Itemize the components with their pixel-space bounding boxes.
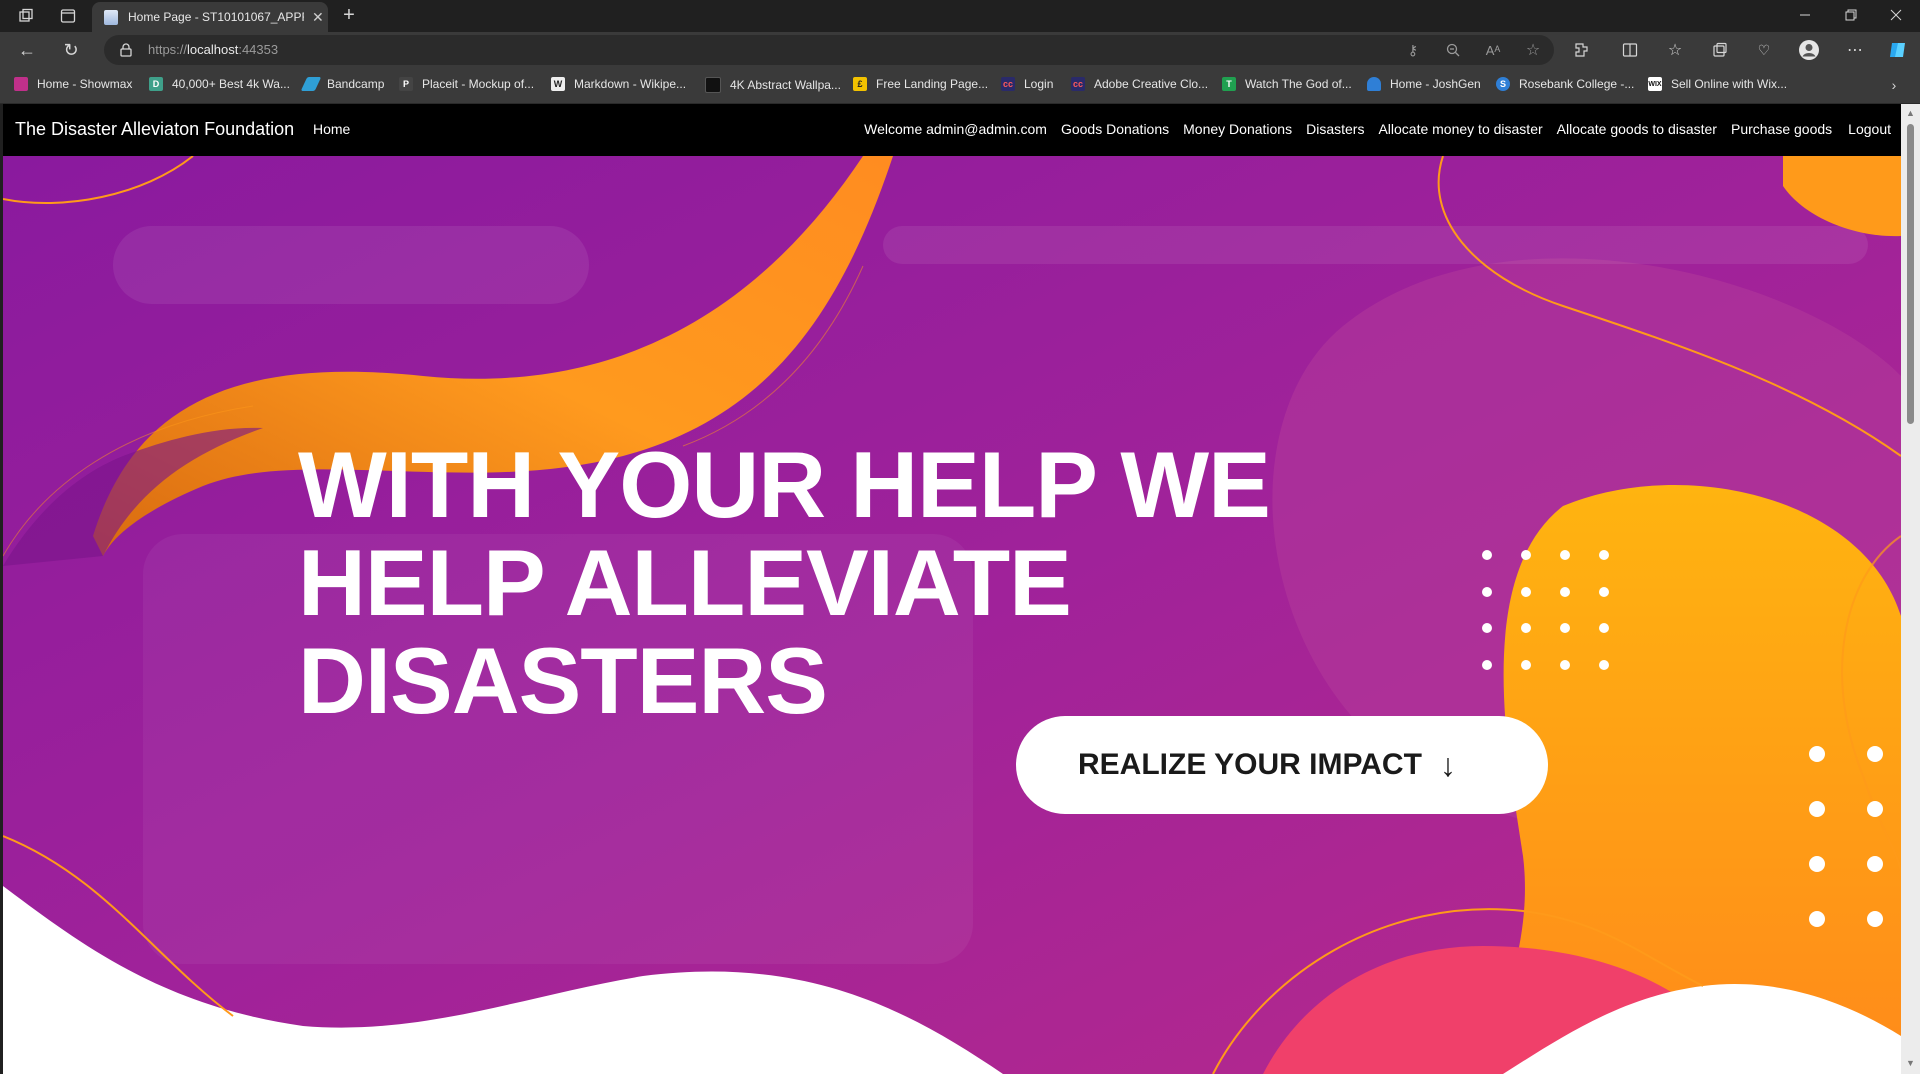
nav-goods-donations[interactable]: Goods Donations (1061, 121, 1169, 137)
nav-allocate-money[interactable]: Allocate money to disaster (1378, 121, 1542, 137)
rosebank-icon: S (1496, 77, 1510, 91)
bookmark-label: Rosebank College -... (1519, 77, 1635, 91)
bookmark-label: Home - Showmax (37, 77, 133, 91)
favorite-star-icon[interactable]: ☆ (1524, 41, 1542, 59)
abstract-wallpaper-icon (705, 77, 721, 93)
nav-purchase-goods[interactable]: Purchase goods (1731, 121, 1832, 137)
headline-line: DISASTERS (298, 628, 828, 733)
site-brand[interactable]: The Disaster Alleviaton Foundation (15, 119, 294, 140)
tab-title: Home Page - ST10101067_APPR (128, 10, 304, 24)
login-icon: cc (1001, 77, 1015, 91)
bookmark-label: Watch The God of... (1245, 77, 1352, 91)
bookmark-item[interactable]: £ Free Landing Page... (853, 77, 988, 91)
bookmark-item[interactable]: Home - Showmax (14, 77, 132, 91)
close-window-icon[interactable] (1885, 4, 1907, 26)
headline-line: WITH YOUR HELP WE (298, 432, 1271, 537)
bookmark-item[interactable]: Bandcamp (300, 77, 385, 91)
refresh-icon[interactable]: ↻ (60, 40, 82, 60)
nav-disasters[interactable]: Disasters (1306, 121, 1364, 137)
url-port: :44353 (238, 42, 279, 57)
hero-banner: WITH YOUR HELP WE HELP ALLEVIATE DISASTE… (3, 156, 1901, 1074)
streaming-icon: T (1222, 77, 1236, 91)
url-host: localhost (187, 42, 239, 57)
url-scheme: https:// (148, 42, 188, 57)
wix-icon: WIX (1648, 77, 1662, 91)
bookmark-item[interactable]: W Markdown - Wikipe... (551, 77, 686, 91)
scroll-down-icon[interactable]: ▼ (1906, 1058, 1915, 1068)
read-aloud-icon[interactable]: Aᴬ (1484, 41, 1502, 59)
nav-welcome-user[interactable]: Welcome admin@admin.com (864, 121, 1047, 137)
wikipedia-icon: W (551, 77, 565, 91)
extensions-icon[interactable] (1572, 40, 1592, 60)
page-favicon-icon (104, 9, 118, 25)
bookmark-label: Home - JoshGen (1390, 77, 1481, 91)
headline-line: HELP ALLEVIATE (298, 530, 1072, 635)
scrollbar-thumb[interactable] (1907, 124, 1914, 424)
nav-money-donations[interactable]: Money Donations (1183, 121, 1292, 137)
bookmark-item[interactable]: cc Login (1001, 77, 1053, 91)
restore-icon[interactable] (1840, 4, 1862, 26)
zoom-out-icon[interactable] (1444, 41, 1462, 59)
bookmark-label: Bandcamp (327, 77, 385, 91)
bookmark-label: Markdown - Wikipe... (574, 77, 687, 91)
more-options-icon[interactable]: ⋯ (1845, 40, 1865, 60)
showmax-icon (14, 77, 28, 91)
url-text[interactable]: https://localhost:44353 (148, 42, 278, 57)
arrow-down-icon: ↓ (1439, 746, 1456, 783)
cta-label: REALIZE YOUR IMPACT (1078, 748, 1422, 781)
bookmark-item[interactable]: S Rosebank College -... (1496, 77, 1634, 91)
bookmarks-bar: Home - Showmax D 40,000+ Best 4k Wa... Ba… (0, 68, 1920, 104)
page-scrollbar[interactable]: ▲ ▼ (1901, 104, 1920, 1074)
bookmark-item[interactable]: D 40,000+ Best 4k Wa... (149, 77, 290, 91)
bookmark-item[interactable]: 4K Abstract Wallpa... (705, 77, 841, 93)
close-tab-icon[interactable]: ✕ (312, 9, 324, 26)
site-navbar: The Disaster Alleviaton Foundation Home … (3, 104, 1901, 156)
landing-page-icon: £ (853, 77, 867, 91)
wallpapers-icon: D (149, 77, 163, 91)
scroll-up-icon[interactable]: ▲ (1906, 108, 1915, 118)
active-tab[interactable]: Home Page - ST10101067_APPR ✕ (92, 2, 328, 32)
bookmark-label: Free Landing Page... (876, 77, 989, 91)
realize-impact-button[interactable]: REALIZE YOUR IMPACT ↓ (1016, 716, 1548, 814)
hero-headline: WITH YOUR HELP WE HELP ALLEVIATE DISASTE… (298, 436, 1298, 730)
collections-icon[interactable] (1710, 40, 1730, 60)
bookmark-label: Login (1024, 77, 1054, 91)
nav-home-link[interactable]: Home (313, 121, 350, 137)
tab-actions-icon[interactable] (58, 6, 78, 26)
workspaces-icon[interactable] (16, 6, 36, 26)
placeit-icon: P (399, 77, 413, 91)
minimize-icon[interactable] (1794, 4, 1816, 26)
bookmark-label: 40,000+ Best 4k Wa... (172, 77, 290, 91)
browser-toolbar: ← ↻ https://localhost:44353 ⚷ Aᴬ ☆ ☆ ♡ ⋯ (0, 32, 1920, 68)
nav-menu: Welcome admin@admin.com Goods Donations … (850, 121, 1891, 137)
bookmark-item[interactable]: Home - JoshGen (1367, 77, 1481, 91)
bookmark-item[interactable]: T Watch The God of... (1222, 77, 1352, 91)
adobe-icon: cc (1071, 77, 1085, 91)
profile-avatar-icon[interactable] (1797, 38, 1821, 62)
bookmark-label: Sell Online with Wix... (1671, 77, 1788, 91)
browser-tab-bar: Home Page - ST10101067_APPR ✕ + (0, 0, 1920, 32)
new-tab-icon[interactable]: + (338, 4, 360, 26)
back-icon[interactable]: ← (16, 40, 38, 60)
bookmark-item[interactable]: cc Adobe Creative Clo... (1071, 77, 1208, 91)
bookmark-label: Placeit - Mockup of... (422, 77, 535, 91)
copilot-icon[interactable] (1886, 38, 1910, 62)
key-icon[interactable]: ⚷ (1404, 41, 1422, 59)
bookmark-item[interactable]: P Placeit - Mockup of... (399, 77, 534, 91)
bookmark-item[interactable]: WIX Sell Online with Wix... (1648, 77, 1787, 91)
bookmark-label: 4K Abstract Wallpa... (730, 78, 841, 92)
nav-logout[interactable]: Logout (1848, 121, 1891, 137)
cloud-icon (1367, 77, 1381, 91)
bandcamp-icon (300, 77, 322, 91)
bookmark-label: Adobe Creative Clo... (1094, 77, 1209, 91)
address-bar[interactable]: https://localhost:44353 ⚷ Aᴬ ☆ (104, 35, 1554, 65)
lock-icon[interactable] (118, 42, 134, 58)
more-bookmarks-chevron-icon[interactable]: › (1886, 77, 1902, 93)
browser-essentials-icon[interactable]: ♡ (1754, 40, 1774, 60)
split-screen-icon[interactable] (1620, 40, 1640, 60)
page-viewport: The Disaster Alleviaton Foundation Home … (3, 104, 1901, 1074)
favorites-icon[interactable]: ☆ (1665, 40, 1685, 60)
nav-allocate-goods[interactable]: Allocate goods to disaster (1557, 121, 1717, 137)
